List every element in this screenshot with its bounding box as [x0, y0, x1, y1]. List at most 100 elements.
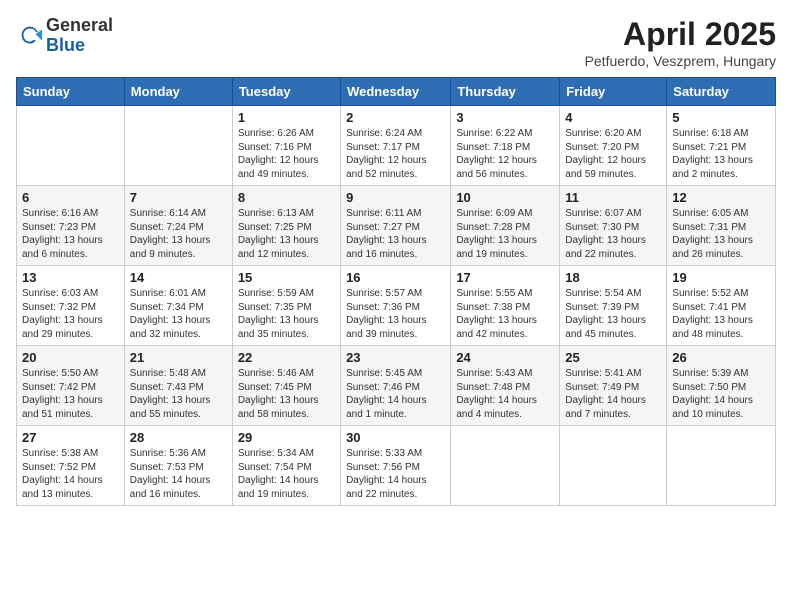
- empty-day-cell: [667, 426, 776, 506]
- day-number: 20: [22, 350, 119, 365]
- calendar-day-cell: 12 Sunrise: 6:05 AM Sunset: 7:31 PM Dayli…: [667, 186, 776, 266]
- day-number: 14: [130, 270, 227, 285]
- day-info: Sunrise: 5:59 AM Sunset: 7:35 PM Dayligh…: [238, 287, 335, 341]
- calendar-day-cell: 25 Sunrise: 5:41 AM Sunset: 7:49 PM Dayli…: [560, 346, 667, 426]
- day-number: 27: [22, 430, 119, 445]
- day-number: 4: [565, 110, 661, 125]
- day-info: Sunrise: 5:48 AM Sunset: 7:43 PM Dayligh…: [130, 367, 227, 421]
- calendar-day-cell: 3Sunrise: 6:22 AM Sunset: 7:18 PM Daylig…: [451, 106, 560, 186]
- weekday-header-monday: Monday: [124, 78, 232, 106]
- calendar-day-cell: 2Sunrise: 6:24 AM Sunset: 7:17 PM Daylig…: [341, 106, 451, 186]
- title-section: April 2025 Petfuerdo, Veszprem, Hungary: [585, 16, 776, 69]
- day-number: 30: [346, 430, 445, 445]
- calendar-day-cell: 23Sunrise: 5:45 AM Sunset: 7:46 PM Dayli…: [341, 346, 451, 426]
- day-info: Sunrise: 6:26 AM Sunset: 7:16 PM Dayligh…: [238, 127, 335, 181]
- day-info: Sunrise: 6:03 AM Sunset: 7:32 PM Dayligh…: [22, 287, 119, 341]
- logo: General Blue: [16, 16, 113, 56]
- day-info: Sunrise: 6:09 AM Sunset: 7:28 PM Dayligh…: [456, 207, 554, 261]
- calendar-day-cell: 11 Sunrise: 6:07 AM Sunset: 7:30 PM Dayli…: [560, 186, 667, 266]
- logo-text: General Blue: [46, 16, 113, 56]
- day-info: Sunrise: 6:07 AM Sunset: 7:30 PM Dayligh…: [565, 207, 661, 261]
- logo-icon: [16, 22, 44, 50]
- day-info: Sunrise: 5:41 AM Sunset: 7:49 PM Dayligh…: [565, 367, 661, 421]
- day-number: 6: [22, 190, 119, 205]
- calendar-day-cell: 26 Sunrise: 5:39 AM Sunset: 7:50 PM Dayli…: [667, 346, 776, 426]
- month-title: April 2025: [585, 16, 776, 53]
- day-number: 18: [565, 270, 661, 285]
- calendar-day-cell: 16 Sunrise: 5:57 AM Sunset: 7:36 PM Dayli…: [341, 266, 451, 346]
- calendar-day-cell: 4 Sunrise: 6:20 AM Sunset: 7:20 PM Daylig…: [560, 106, 667, 186]
- weekday-header-wednesday: Wednesday: [341, 78, 451, 106]
- day-info: Sunrise: 5:57 AM Sunset: 7:36 PM Dayligh…: [346, 287, 445, 341]
- calendar-day-cell: 27 Sunrise: 5:38 AM Sunset: 7:52 PM Dayli…: [17, 426, 125, 506]
- calendar-day-cell: 9 Sunrise: 6:11 AM Sunset: 7:27 PM Daylig…: [341, 186, 451, 266]
- day-info: Sunrise: 5:34 AM Sunset: 7:54 PM Dayligh…: [238, 447, 335, 501]
- day-number: 19: [672, 270, 770, 285]
- calendar-day-cell: 13 Sunrise: 6:03 AM Sunset: 7:32 PM Dayli…: [17, 266, 125, 346]
- calendar-day-cell: 21Sunrise: 5:48 AM Sunset: 7:43 PM Dayli…: [124, 346, 232, 426]
- day-info: Sunrise: 5:39 AM Sunset: 7:50 PM Dayligh…: [672, 367, 770, 421]
- day-number: 17: [456, 270, 554, 285]
- day-info: Sunrise: 6:01 AM Sunset: 7:34 PM Dayligh…: [130, 287, 227, 341]
- empty-day-cell: [124, 106, 232, 186]
- day-info: Sunrise: 6:24 AM Sunset: 7:17 PM Dayligh…: [346, 127, 445, 181]
- location-subtitle: Petfuerdo, Veszprem, Hungary: [585, 53, 776, 69]
- calendar-day-cell: 28Sunrise: 5:36 AM Sunset: 7:53 PM Dayli…: [124, 426, 232, 506]
- day-number: 7: [130, 190, 227, 205]
- day-number: 5: [672, 110, 770, 125]
- day-info: Sunrise: 5:54 AM Sunset: 7:39 PM Dayligh…: [565, 287, 661, 341]
- calendar-day-cell: 6 Sunrise: 6:16 AM Sunset: 7:23 PM Daylig…: [17, 186, 125, 266]
- calendar-day-cell: 20 Sunrise: 5:50 AM Sunset: 7:42 PM Dayli…: [17, 346, 125, 426]
- day-number: 15: [238, 270, 335, 285]
- day-info: Sunrise: 5:50 AM Sunset: 7:42 PM Dayligh…: [22, 367, 119, 421]
- day-number: 29: [238, 430, 335, 445]
- day-info: Sunrise: 6:13 AM Sunset: 7:25 PM Dayligh…: [238, 207, 335, 261]
- calendar-day-cell: 22Sunrise: 5:46 AM Sunset: 7:45 PM Dayli…: [232, 346, 340, 426]
- day-number: 9: [346, 190, 445, 205]
- day-info: Sunrise: 5:38 AM Sunset: 7:52 PM Dayligh…: [22, 447, 119, 501]
- calendar-week-row: 6 Sunrise: 6:16 AM Sunset: 7:23 PM Daylig…: [17, 186, 776, 266]
- calendar-day-cell: 7 Sunrise: 6:14 AM Sunset: 7:24 PM Daylig…: [124, 186, 232, 266]
- day-info: Sunrise: 6:11 AM Sunset: 7:27 PM Dayligh…: [346, 207, 445, 261]
- day-info: Sunrise: 6:18 AM Sunset: 7:21 PM Dayligh…: [672, 127, 770, 181]
- weekday-header-row: SundayMondayTuesdayWednesdayThursdayFrid…: [17, 78, 776, 106]
- day-info: Sunrise: 6:20 AM Sunset: 7:20 PM Dayligh…: [565, 127, 661, 181]
- calendar-day-cell: 10 Sunrise: 6:09 AM Sunset: 7:28 PM Dayli…: [451, 186, 560, 266]
- day-number: 25: [565, 350, 661, 365]
- calendar-day-cell: 1 Sunrise: 6:26 AM Sunset: 7:16 PM Daylig…: [232, 106, 340, 186]
- calendar-day-cell: 24Sunrise: 5:43 AM Sunset: 7:48 PM Dayli…: [451, 346, 560, 426]
- calendar-day-cell: 19Sunrise: 5:52 AM Sunset: 7:41 PM Dayli…: [667, 266, 776, 346]
- day-number: 22: [238, 350, 335, 365]
- calendar-day-cell: 29 Sunrise: 5:34 AM Sunset: 7:54 PM Dayli…: [232, 426, 340, 506]
- day-info: Sunrise: 6:16 AM Sunset: 7:23 PM Dayligh…: [22, 207, 119, 261]
- logo-blue-text: Blue: [46, 36, 113, 56]
- calendar-day-cell: 14 Sunrise: 6:01 AM Sunset: 7:34 PM Dayli…: [124, 266, 232, 346]
- empty-day-cell: [17, 106, 125, 186]
- day-number: 12: [672, 190, 770, 205]
- calendar-week-row: 20 Sunrise: 5:50 AM Sunset: 7:42 PM Dayli…: [17, 346, 776, 426]
- calendar-day-cell: 18 Sunrise: 5:54 AM Sunset: 7:39 PM Dayli…: [560, 266, 667, 346]
- day-info: Sunrise: 5:45 AM Sunset: 7:46 PM Dayligh…: [346, 367, 445, 421]
- day-number: 26: [672, 350, 770, 365]
- calendar-week-row: 1 Sunrise: 6:26 AM Sunset: 7:16 PM Daylig…: [17, 106, 776, 186]
- weekday-header-sunday: Sunday: [17, 78, 125, 106]
- day-number: 11: [565, 190, 661, 205]
- logo-general-text: General: [46, 16, 113, 36]
- weekday-header-tuesday: Tuesday: [232, 78, 340, 106]
- day-number: 13: [22, 270, 119, 285]
- day-number: 10: [456, 190, 554, 205]
- calendar-day-cell: 17 Sunrise: 5:55 AM Sunset: 7:38 PM Dayli…: [451, 266, 560, 346]
- empty-day-cell: [451, 426, 560, 506]
- day-info: Sunrise: 6:05 AM Sunset: 7:31 PM Dayligh…: [672, 207, 770, 261]
- calendar-week-row: 13 Sunrise: 6:03 AM Sunset: 7:32 PM Dayli…: [17, 266, 776, 346]
- calendar-day-cell: 15 Sunrise: 5:59 AM Sunset: 7:35 PM Dayli…: [232, 266, 340, 346]
- day-info: Sunrise: 6:14 AM Sunset: 7:24 PM Dayligh…: [130, 207, 227, 261]
- day-number: 16: [346, 270, 445, 285]
- day-number: 1: [238, 110, 335, 125]
- weekday-header-friday: Friday: [560, 78, 667, 106]
- day-info: Sunrise: 5:36 AM Sunset: 7:53 PM Dayligh…: [130, 447, 227, 501]
- day-info: Sunrise: 5:33 AM Sunset: 7:56 PM Dayligh…: [346, 447, 445, 501]
- day-info: Sunrise: 5:55 AM Sunset: 7:38 PM Dayligh…: [456, 287, 554, 341]
- calendar-week-row: 27 Sunrise: 5:38 AM Sunset: 7:52 PM Dayli…: [17, 426, 776, 506]
- weekday-header-saturday: Saturday: [667, 78, 776, 106]
